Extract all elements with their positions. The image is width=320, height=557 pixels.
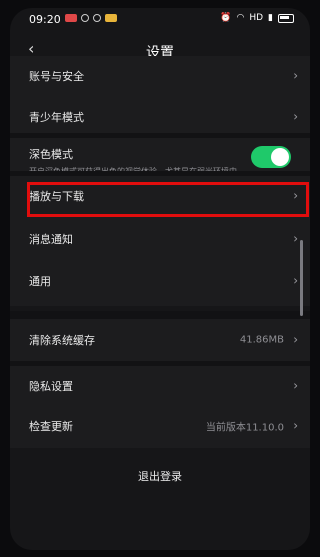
setting-label: 清除系统缓存 [29,334,95,347]
logout-label: 退出登录 [138,470,182,483]
dark-mode-toggle[interactable] [251,146,291,168]
chevron-right-icon: › [293,418,298,433]
signal-icon: ▮ [268,13,273,23]
scrollbar[interactable] [300,240,303,316]
cache-size-value: 41.86MB [239,334,284,346]
chevron-right-icon: › [293,273,298,288]
app-icon [93,14,101,22]
logout-button[interactable]: 退出登录 [10,453,310,499]
chevron-right-icon: › [293,109,298,124]
notification-icon [65,14,77,22]
version-value: 当前版本11.10.0 [205,422,284,434]
phone-frame: 09:20 ⏰ ◠ HD ▮ ‹ 设置 账号与安全 › 青少年模式 › 深色模式… [0,0,320,557]
setting-label: 消息通知 [29,233,73,246]
settings-screen: 09:20 ⏰ ◠ HD ▮ ‹ 设置 账号与安全 › 青少年模式 › 深色模式… [10,8,310,550]
chevron-right-icon: › [293,332,298,347]
setting-general[interactable]: 通用 › [10,261,310,301]
status-time: 09:20 [29,13,61,26]
battery-icon [278,13,294,23]
status-app-icons [65,14,117,22]
setting-account-security[interactable]: 账号与安全 › [10,56,310,96]
chevron-right-icon: › [293,68,298,83]
setting-label: 账号与安全 [29,70,84,83]
toggle-knob [271,148,289,166]
section-divider [10,311,310,319]
setting-label: 深色模式 [29,148,73,161]
setting-check-update[interactable]: 检查更新 当前版本11.10.0 › [10,406,310,446]
settings-group-account: 账号与安全 › 青少年模式 › [10,56,310,138]
settings-group-storage: 清除系统缓存 41.86MB › [10,319,310,361]
highlight-box [27,182,309,217]
status-bar: 09:20 ⏰ ◠ HD ▮ [10,8,310,30]
chevron-right-icon: › [293,378,298,393]
setting-label: 青少年模式 [29,111,84,124]
app-badge-icon [105,14,117,22]
wifi-icon: ◠ [236,13,245,23]
setting-label: 检查更新 [29,420,73,433]
setting-teen-mode[interactable]: 青少年模式 › [10,97,310,137]
alarm-icon: ⏰ [220,13,232,23]
hd-indicator: HD [249,13,264,23]
settings-group-privacy: 隐私设置 › 检查更新 当前版本11.10.0 › [10,366,310,448]
setting-clear-cache[interactable]: 清除系统缓存 41.86MB › [10,319,310,361]
setting-notifications[interactable]: 消息通知 › [10,219,310,259]
setting-privacy[interactable]: 隐私设置 › [10,366,310,406]
setting-label: 隐私设置 [29,380,73,393]
status-system-icons: ⏰ ◠ HD ▮ [220,13,294,23]
setting-label: 通用 [29,275,51,288]
chevron-right-icon: › [293,231,298,246]
message-icon [81,14,89,22]
